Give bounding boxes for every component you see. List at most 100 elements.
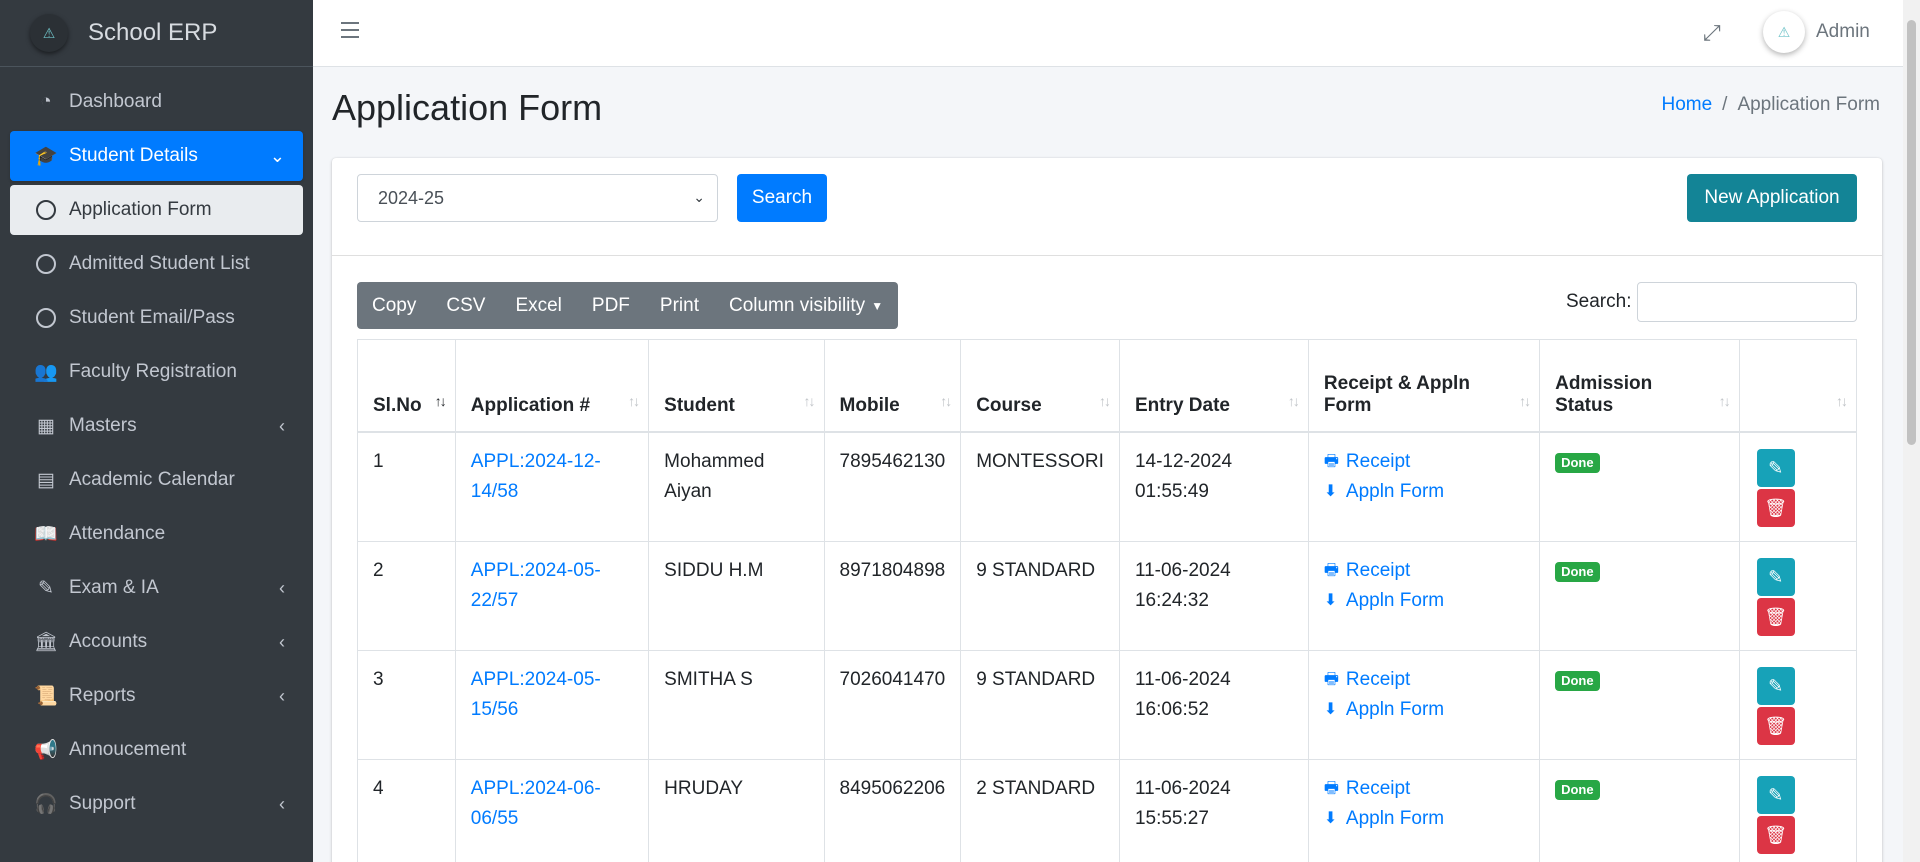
sidebar-item-faculty-registration[interactable]: 👥 Faculty Registration: [10, 347, 303, 397]
mobile-number: 7895462130: [839, 450, 946, 472]
column-visibility-button[interactable]: Column visibility ▼: [714, 282, 898, 329]
sidebar-item-student-details[interactable]: 🎓 Student Details ⌄: [10, 131, 303, 181]
sidebar-item-exam-ia[interactable]: ✎ Exam & IA ‹: [10, 563, 303, 613]
pdf-button[interactable]: PDF: [577, 282, 645, 329]
receipt-label: Receipt: [1345, 559, 1411, 581]
column-header[interactable]: Application # ↑↓: [454, 339, 650, 433]
sidebar-item-label: Reports: [69, 685, 136, 706]
menu-toggle-icon[interactable]: [341, 22, 359, 38]
receipt-link[interactable]: 🖶 Receipt: [1324, 556, 1524, 586]
sidebar-item-annoucement[interactable]: 📢 Annoucement: [10, 725, 303, 775]
appln-form-link[interactable]: ⬇ Appln Form: [1324, 695, 1524, 725]
column-header[interactable]: Student ↑↓: [648, 339, 825, 433]
sidebar-item-attendance[interactable]: 📖 Attendance: [10, 509, 303, 559]
trash-icon: 🗑: [1764, 497, 1788, 518]
trash-icon: 🗑: [1764, 824, 1788, 845]
edit-button[interactable]: ✎: [1756, 448, 1795, 487]
breadcrumb-home-link[interactable]: Home: [1661, 94, 1712, 115]
delete-button[interactable]: 🗑: [1756, 488, 1795, 527]
calendar-icon: ▤: [37, 469, 55, 491]
search-button[interactable]: Search: [737, 174, 827, 222]
sort-icon: ↑↓: [940, 392, 952, 409]
mobile-number: 7026041470: [839, 668, 946, 690]
column-header-label: Sl.No: [373, 394, 422, 416]
receipt-link[interactable]: 🖶 Receipt: [1324, 447, 1524, 477]
receipt-cell: 🖶 Receipt ⬇ Appln Form: [1307, 758, 1541, 862]
serial-cell: 3: [357, 649, 456, 760]
copy-button[interactable]: Copy: [357, 282, 431, 329]
new-application-button[interactable]: New Application: [1687, 174, 1857, 222]
fullscreen-icon[interactable]: ⤢: [1703, 20, 1721, 46]
student-name: Mohammed Aiyan: [664, 450, 765, 502]
avatar[interactable]: ⚠: [1763, 11, 1805, 53]
course-cell: 2 STANDARD: [960, 758, 1120, 862]
edit-button[interactable]: ✎: [1756, 775, 1795, 814]
table-search-label: Search:: [1566, 291, 1632, 312]
application-number-link[interactable]: APPL:2024-05- 15/56: [471, 669, 601, 720]
sort-icon: ↑↓: [1519, 392, 1531, 409]
receipt-link[interactable]: 🖶 Receipt: [1324, 665, 1524, 695]
application-number-link[interactable]: APPL:2024-06- 06/55: [471, 778, 601, 829]
print-button[interactable]: Print: [645, 282, 714, 329]
sort-icon: ↑↓: [434, 392, 447, 409]
sidebar-item-label: Masters: [69, 415, 137, 436]
receipt-link[interactable]: 🖶 Receipt: [1324, 774, 1524, 804]
edit-button[interactable]: ✎: [1756, 666, 1795, 705]
sidebar-item-dashboard[interactable]: ◔ Dashboard: [10, 77, 303, 127]
sidebar-item-academic-calendar[interactable]: ▤ Academic Calendar: [10, 455, 303, 505]
actions-cell: ✎ 🗑: [1738, 649, 1858, 760]
delete-button[interactable]: 🗑: [1756, 815, 1795, 854]
application-number-link[interactable]: APPL:2024-05- 22/57: [471, 560, 601, 611]
column-header[interactable]: Sl.No ↑↓: [357, 339, 456, 433]
button-label: Print: [659, 294, 699, 316]
edit-button[interactable]: ✎: [1756, 557, 1795, 596]
entry-time: 15:55:27: [1134, 807, 1209, 829]
appln-form-link[interactable]: ⬇ Appln Form: [1324, 804, 1524, 834]
scrollbar-thumb[interactable]: [1907, 20, 1916, 445]
appln-form-label: Appln Form: [1345, 480, 1445, 502]
user-name[interactable]: Admin: [1816, 21, 1870, 43]
page-scrollbar[interactable]: [1903, 0, 1920, 862]
receipt-cell: 🖶 Receipt ⬇ Appln Form: [1307, 649, 1541, 760]
serial-cell: 1: [357, 431, 456, 542]
csv-button[interactable]: CSV: [431, 282, 500, 329]
brand-name: School ERP: [88, 19, 218, 46]
column-header[interactable]: ↑↓: [1738, 339, 1858, 433]
sidebar-item-admitted-student-list[interactable]: Admitted Student List: [10, 239, 303, 289]
sidebar-item-reports[interactable]: 📜 Reports ‹: [10, 671, 303, 721]
appln-form-link[interactable]: ⬇ Appln Form: [1324, 586, 1524, 616]
student-cell: Mohammed Aiyan: [648, 431, 825, 542]
pencil-icon: ✎: [1768, 784, 1784, 805]
receipt-label: Receipt: [1345, 668, 1411, 690]
column-header-label: Receipt & Appln Form: [1323, 372, 1470, 416]
appln-form-link[interactable]: ⬇ Appln Form: [1324, 477, 1524, 507]
sidebar-item-label: Student Email/Pass: [69, 307, 235, 328]
appln-form-label: Appln Form: [1345, 807, 1445, 829]
application-number-link[interactable]: APPL:2024-12- 14/58: [471, 451, 601, 502]
entry-time: 01:55:49: [1134, 480, 1209, 502]
mobile-cell: 7026041470: [823, 649, 962, 760]
export-button-group: Copy CSV Excel PDF Print Column visibility ▼: [357, 282, 899, 329]
column-header[interactable]: Entry Date ↑↓: [1118, 339, 1309, 433]
sidebar-item-masters[interactable]: ▦ Masters ‹: [10, 401, 303, 451]
status-badge: Done: [1555, 670, 1600, 691]
row-serial: 4: [373, 777, 384, 799]
excel-button[interactable]: Excel: [500, 282, 576, 329]
column-header[interactable]: Mobile ↑↓: [823, 339, 962, 433]
academic-year-select[interactable]: 2024-25 ⌄: [357, 174, 718, 222]
brand[interactable]: ⚠ School ERP: [0, 0, 313, 67]
sidebar-item-support[interactable]: 🎧 Support ‹: [10, 779, 303, 829]
table-search-input[interactable]: [1637, 282, 1857, 322]
column-header[interactable]: Admission Status ↑↓: [1539, 339, 1740, 433]
actions-cell: ✎ 🗑: [1738, 540, 1858, 651]
sidebar-item-student-email-pass[interactable]: Student Email/Pass: [10, 293, 303, 343]
sidebar-item-application-form[interactable]: Application Form: [10, 185, 303, 235]
grid-icon: ▦: [37, 415, 55, 437]
application-cell: APPL:2024-05- 22/57: [454, 540, 650, 651]
sidebar-item-label: Support: [69, 793, 136, 814]
delete-button[interactable]: 🗑: [1756, 706, 1795, 745]
column-header[interactable]: Receipt & Appln Form ↑↓: [1307, 339, 1541, 433]
column-header[interactable]: Course ↑↓: [960, 339, 1120, 433]
delete-button[interactable]: 🗑: [1756, 597, 1795, 636]
sidebar-item-accounts[interactable]: 🏛 Accounts ‹: [10, 617, 303, 667]
